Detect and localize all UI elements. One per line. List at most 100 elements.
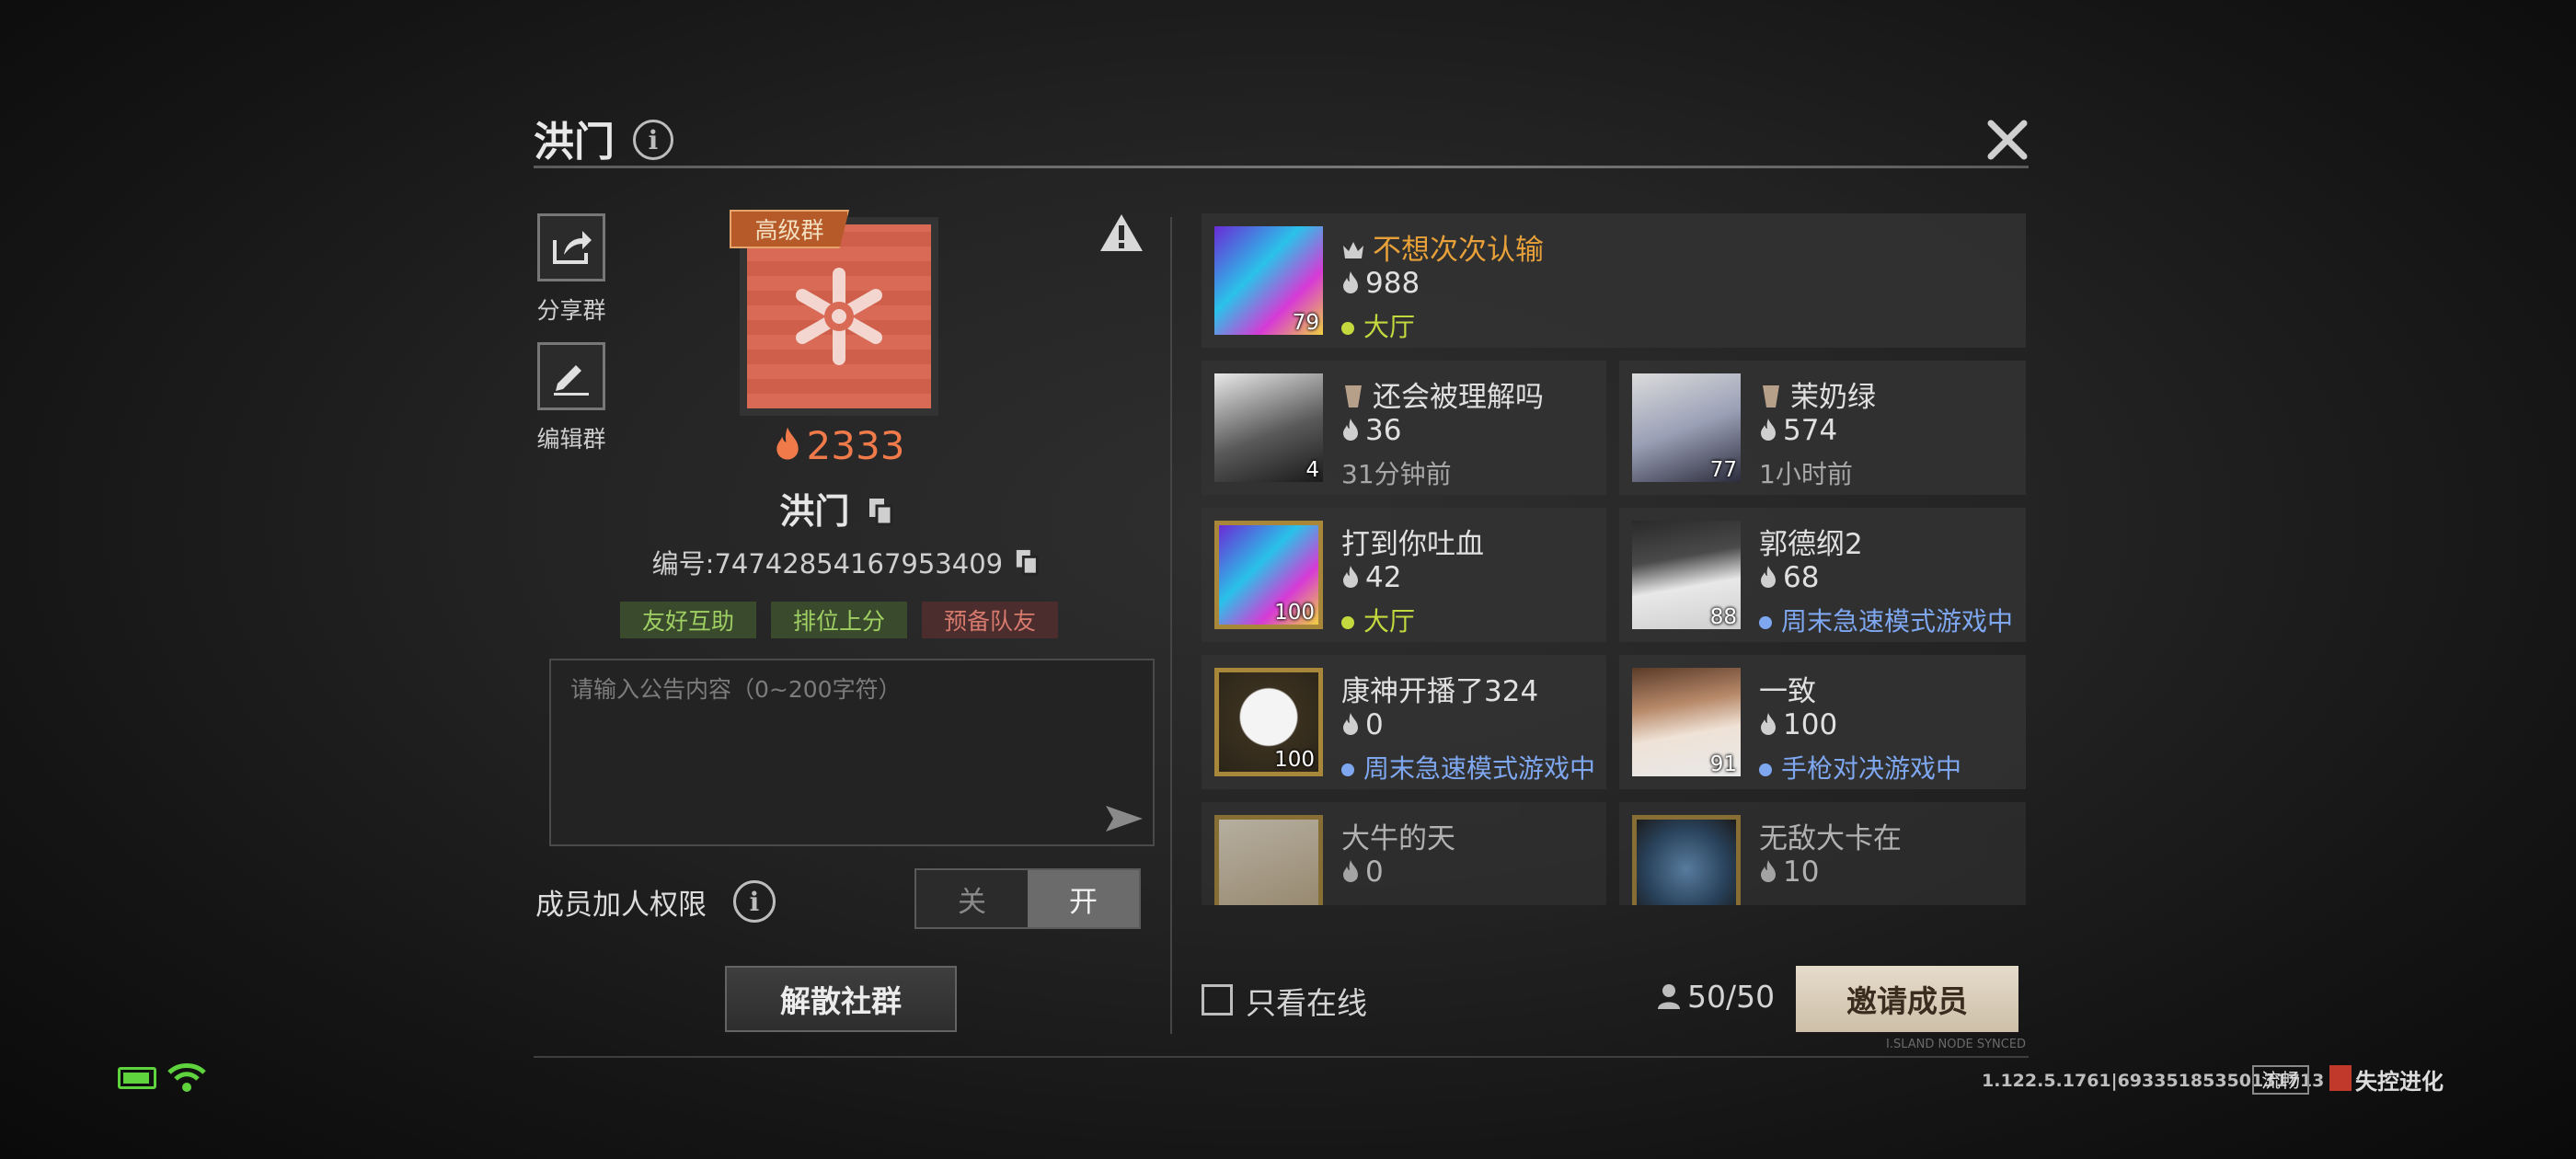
copy-icon[interactable] — [1015, 548, 1041, 576]
member-score: 0 — [1341, 855, 1384, 889]
online-only-checkbox[interactable] — [1202, 984, 1233, 1016]
member-avatar: 4 — [1214, 373, 1323, 482]
member-card[interactable]: 大牛的天 0 — [1202, 802, 1606, 905]
member-avatar — [1632, 815, 1741, 905]
member-name: 一致 — [1759, 675, 1816, 708]
group-score: 2333 — [740, 423, 938, 468]
member-name-text: 不想次次认输 — [1373, 234, 1544, 267]
member-score-value: 574 — [1783, 414, 1838, 447]
status-dot — [1759, 616, 1772, 629]
member-card[interactable]: 4 还会被理解吗 36 31分钟前 — [1202, 361, 1606, 495]
group-name-text: 洪门 — [779, 491, 850, 532]
send-button[interactable] — [1104, 802, 1144, 835]
member-status: 31分钟前 — [1341, 459, 1452, 489]
info-icon[interactable]: i — [633, 120, 673, 160]
member-card[interactable]: 91 一致 100 手枪对决游戏中 — [1619, 655, 2026, 789]
game-logo-icon — [2329, 1065, 2352, 1091]
flame-icon — [1343, 860, 1358, 882]
member-name: 康神开播了324 — [1341, 675, 1539, 708]
online-only-label[interactable]: 只看在线 — [1246, 979, 1367, 1023]
member-name: 还会被理解吗 — [1341, 373, 1544, 415]
premium-group-badge: 高级群 — [730, 210, 849, 248]
close-icon — [1987, 120, 2028, 160]
flame-icon — [1761, 419, 1776, 441]
toggle-off-option[interactable]: 关 — [916, 870, 1028, 927]
member-name-text: 还会被理解吗 — [1373, 381, 1544, 414]
member-level: 4 — [1305, 458, 1319, 482]
page-title: 洪门 — [534, 119, 615, 166]
member-avatar: 100 — [1214, 668, 1323, 776]
edit-group-button[interactable] — [537, 342, 605, 410]
member-card[interactable]: 100 康神开播了324 0 周末急速模式游戏中 — [1202, 655, 1606, 789]
member-score: 100 — [1759, 708, 1837, 741]
flame-icon — [1343, 566, 1358, 588]
member-card[interactable]: 79 不想次次认输 988 大厅 — [1202, 213, 2026, 348]
edit-group-label: 编辑群 — [536, 426, 606, 453]
flame-icon — [1761, 860, 1776, 882]
member-name: 无敌大卡在 — [1759, 822, 1902, 855]
member-score: 574 — [1759, 414, 1837, 447]
bottom-divider — [534, 1056, 2029, 1058]
toggle-on-option[interactable]: 开 — [1028, 870, 1139, 927]
member-avatar: 79 — [1214, 226, 1323, 335]
member-score: 988 — [1341, 267, 1420, 300]
member-level: 79 — [1292, 311, 1319, 335]
announcement-placeholder: 请输入公告内容（0~200字符） — [570, 676, 902, 703]
group-tag: 友好互助 — [620, 602, 756, 638]
join-permission-toggle[interactable]: 关 开 — [914, 868, 1141, 929]
member-name: 大牛的天 — [1341, 822, 1455, 855]
panel-divider — [1170, 217, 1172, 1034]
share-group-button[interactable] — [537, 213, 605, 281]
copy-icon[interactable] — [868, 497, 895, 526]
member-status-text: 周末急速模式游戏中 — [1363, 753, 1596, 784]
invite-members-button[interactable]: 邀请成员 — [1796, 966, 2018, 1032]
member-avatar: 88 — [1632, 521, 1741, 629]
member-card[interactable]: 77 茉奶绿 574 1小时前 — [1619, 361, 2026, 495]
flame-icon — [1343, 713, 1358, 735]
member-name-text: 茉奶绿 — [1790, 381, 1876, 414]
close-button[interactable] — [1978, 110, 2037, 169]
group-id: 编号:74742854167953409 — [644, 543, 1049, 581]
flame-icon — [776, 427, 799, 460]
status-dot — [1759, 763, 1772, 776]
warning-icon — [1100, 214, 1143, 251]
member-card[interactable]: 100 打到你吐血 42 大厅 — [1202, 508, 1606, 642]
member-status-text: 周末急速模式游戏中 — [1781, 606, 2014, 637]
node-sync-label: I.SLAND NODE SYNCED — [1886, 1038, 2027, 1051]
member-card[interactable]: 无敌大卡在 10 — [1619, 802, 2026, 905]
member-status: 手枪对决游戏中 — [1759, 749, 1961, 786]
member-avatar: 100 — [1214, 521, 1323, 629]
member-status: 周末急速模式游戏中 — [1341, 749, 1595, 786]
title-divider — [534, 166, 2029, 168]
member-score-value: 10 — [1783, 855, 1820, 889]
share-icon — [553, 231, 592, 264]
flame-icon — [1761, 713, 1776, 735]
report-button[interactable] — [1098, 212, 1144, 254]
member-count-value: 50/50 — [1687, 979, 1776, 1015]
join-permission-label: 成员加人权限 — [535, 881, 707, 923]
member-name: 郭德纲2 — [1759, 528, 1863, 561]
member-card[interactable]: 88 郭德纲2 68 周末急速模式游戏中 — [1619, 508, 2026, 642]
member-name: 茉奶绿 — [1759, 373, 1876, 415]
group-name: 洪门 — [699, 483, 975, 534]
member-status-text: 大厅 — [1363, 606, 1416, 637]
status-dot — [1341, 616, 1354, 629]
member-score: 68 — [1759, 561, 1819, 594]
join-permission-text: 成员加人权限 — [535, 889, 707, 922]
member-score: 0 — [1341, 708, 1384, 741]
person-icon — [1658, 984, 1680, 1009]
battery-icon — [118, 1067, 156, 1089]
disband-group-button[interactable]: 解散社群 — [725, 966, 957, 1032]
flame-icon — [1343, 419, 1358, 441]
status-dot — [1341, 763, 1354, 776]
member-score: 42 — [1341, 561, 1401, 594]
wifi-icon — [167, 1061, 206, 1096]
flame-icon — [1761, 566, 1776, 588]
member-avatar: 77 — [1632, 373, 1741, 482]
member-status: 大厅 — [1341, 602, 1415, 638]
group-tag: 排位上分 — [771, 602, 907, 638]
info-icon[interactable]: i — [733, 880, 776, 923]
member-level: 88 — [1709, 605, 1737, 629]
group-avatar-image — [747, 224, 931, 408]
member-score-value: 988 — [1365, 267, 1420, 300]
